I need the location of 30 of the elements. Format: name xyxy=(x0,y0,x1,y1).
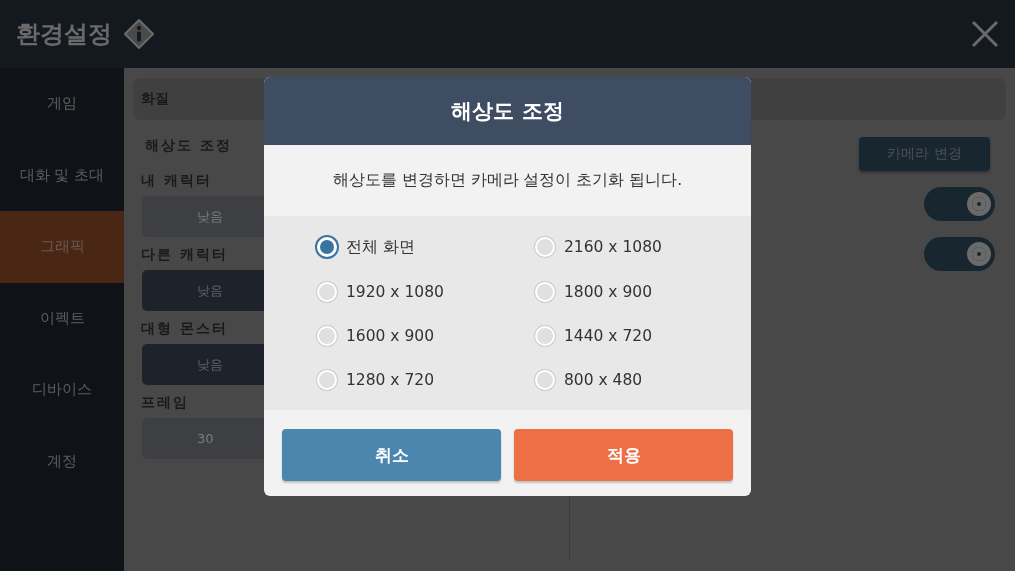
option-label: 전체 화면 xyxy=(346,236,415,258)
radio-button[interactable] xyxy=(535,237,555,257)
option-label: 1920 x 1080 xyxy=(346,282,444,301)
sidebar-item[interactable]: 디바이스 xyxy=(0,354,124,426)
radio-button[interactable] xyxy=(317,325,337,346)
sidebar-item[interactable]: 그래픽 xyxy=(0,211,124,283)
option-label: 1600 x 900 xyxy=(346,326,435,345)
cancel-button[interactable]: 취소 xyxy=(282,429,501,481)
radio-button[interactable] xyxy=(535,325,555,346)
radio-button[interactable] xyxy=(317,237,337,257)
sidebar-item[interactable]: 계정 xyxy=(0,425,124,497)
sidebar-item[interactable]: 게임 xyxy=(0,68,124,140)
settings-title: 환경설정 xyxy=(16,19,112,50)
option-label: 2160 x 1080 xyxy=(564,238,662,256)
option-label: 800 x 480 xyxy=(564,370,643,389)
dialog-message: 해상도를 변경하면 카메라 설정이 초기화 됩니다. xyxy=(332,170,683,191)
radio-button[interactable] xyxy=(317,281,337,302)
radio-button[interactable] xyxy=(535,369,555,390)
radio-button[interactable] xyxy=(317,369,337,390)
toggle-switch[interactable] xyxy=(924,237,995,271)
radio-button[interactable] xyxy=(535,281,555,302)
option-label: 1800 x 900 xyxy=(564,282,653,301)
option-label: 1280 x 720 xyxy=(346,370,435,389)
sidebar-item[interactable]: 이펙트 xyxy=(0,282,124,354)
close-icon[interactable] xyxy=(971,20,999,48)
sidebar-item[interactable]: 대화 및 초대 xyxy=(0,139,124,211)
apply-button[interactable]: 적용 xyxy=(514,429,733,481)
option-label: 1440 x 720 xyxy=(564,326,653,345)
toggle-switch[interactable] xyxy=(924,187,995,221)
info-icon[interactable] xyxy=(124,19,154,49)
